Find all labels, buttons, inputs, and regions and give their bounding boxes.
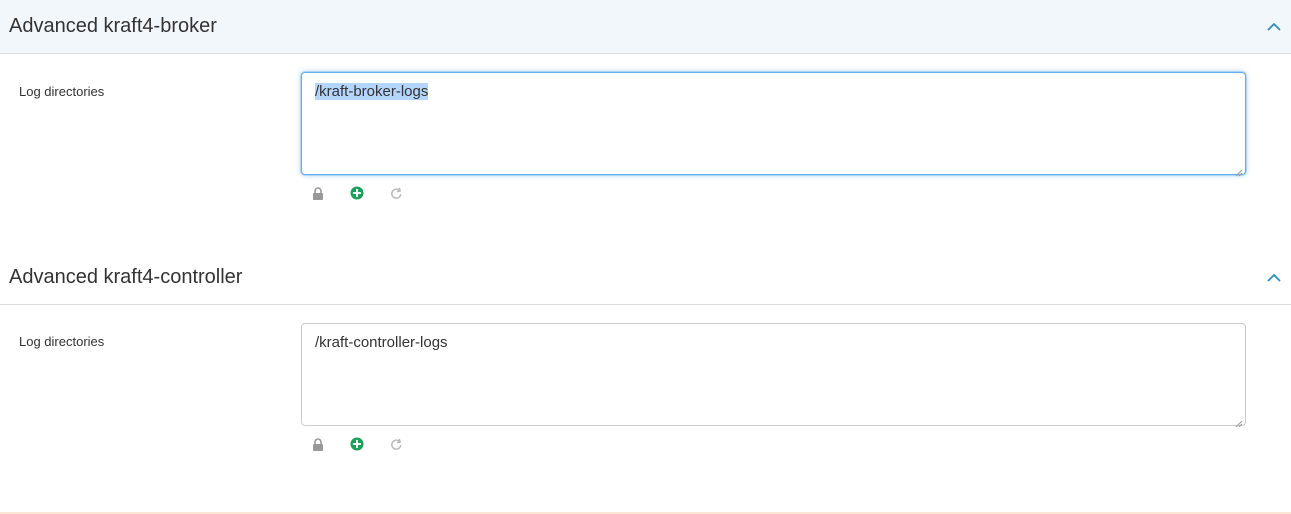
section-header-broker[interactable]: Advanced kraft4-broker — [0, 0, 1291, 54]
field-label-log-directories: Log directories — [19, 334, 105, 349]
section-title: Advanced kraft4-controller — [9, 266, 243, 288]
log-directories-textarea-controller[interactable]: /kraft-controller-logs — [301, 323, 1246, 428]
log-directories-textarea-broker[interactable]: /kraft-broker-logs — [301, 72, 1246, 177]
refresh-icon[interactable] — [388, 436, 404, 452]
lock-icon[interactable] — [310, 185, 326, 201]
field-actions-broker — [310, 185, 427, 201]
section-header-controller[interactable]: Advanced kraft4-controller — [0, 251, 1291, 305]
field-actions-controller — [310, 436, 427, 452]
refresh-icon[interactable] — [388, 185, 404, 201]
chevron-up-icon[interactable] — [1262, 266, 1286, 290]
section-title: Advanced kraft4-broker — [9, 15, 217, 37]
chevron-up-icon[interactable] — [1262, 15, 1286, 39]
plus-circle-icon[interactable] — [349, 436, 365, 452]
textarea-value: /kraft-broker-logs — [315, 83, 429, 100]
resize-handle[interactable] — [1235, 164, 1243, 177]
textarea-value: /kraft-controller-logs — [315, 334, 448, 351]
plus-circle-icon[interactable] — [349, 185, 365, 201]
field-label-log-directories: Log directories — [19, 84, 105, 99]
lock-icon[interactable] — [310, 436, 326, 452]
resize-handle[interactable] — [1235, 415, 1243, 428]
